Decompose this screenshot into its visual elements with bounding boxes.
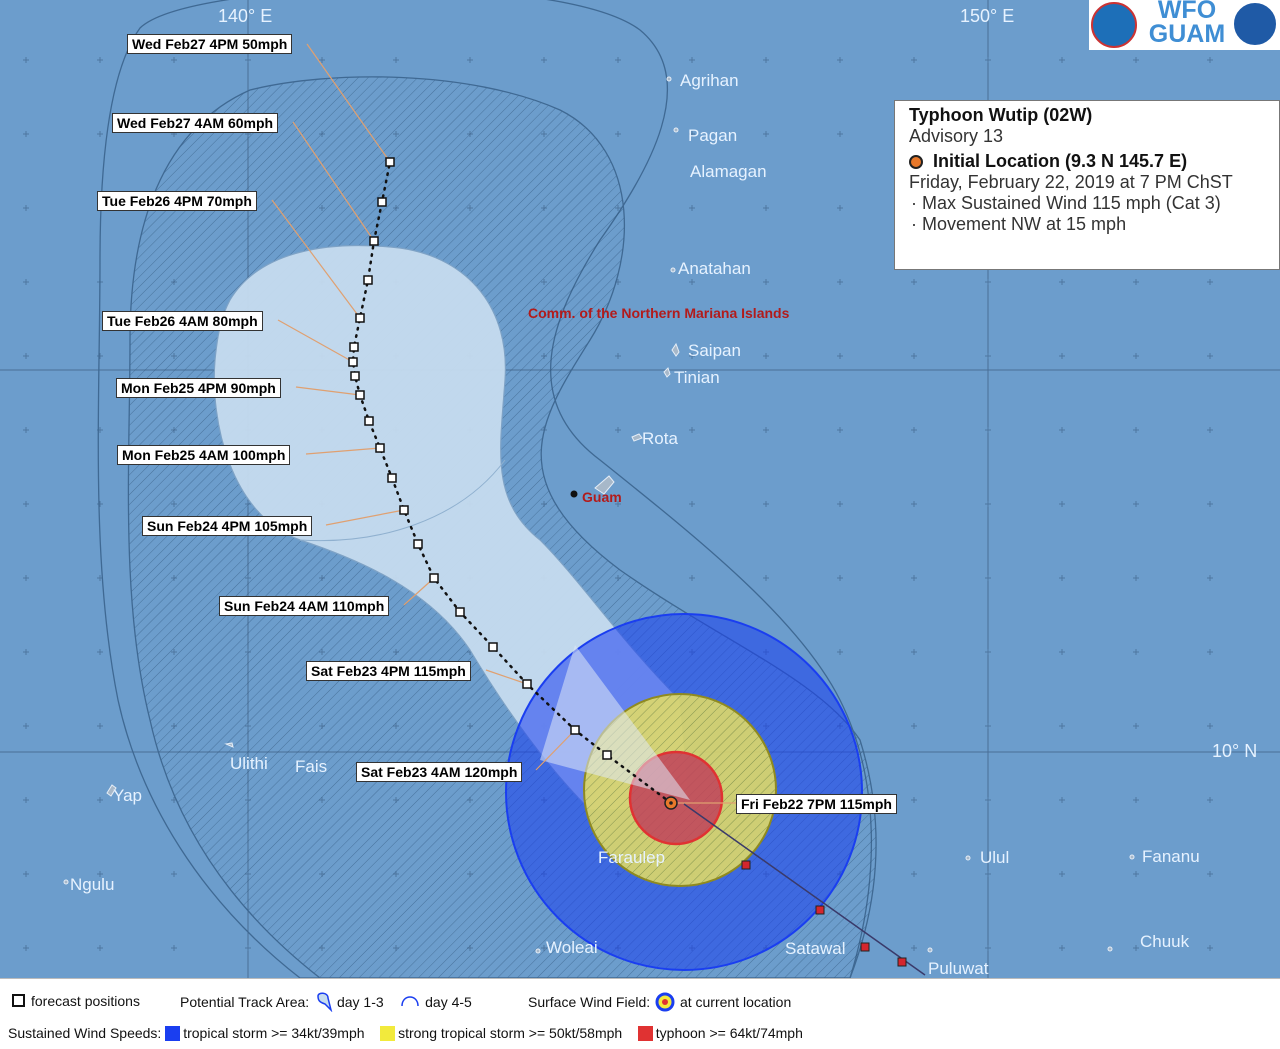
island-tinian: Tinian xyxy=(674,368,720,387)
lon-140-label: 140° E xyxy=(218,6,272,26)
forecast-label-2: Sat Feb23 4PM 115mph xyxy=(306,661,471,681)
typhoon-swatch xyxy=(637,1026,653,1041)
wind-field-icon xyxy=(655,992,675,1012)
forecast-position-18 xyxy=(369,236,379,246)
forecast-position-13 xyxy=(350,371,360,381)
island-satawal: Satawal xyxy=(785,939,845,958)
island-guam: Guam xyxy=(582,489,622,505)
forecast-label-0: Fri Feb22 7PM 115mph xyxy=(736,794,897,814)
forecast-label-1: Sat Feb23 4AM 120mph xyxy=(356,762,523,782)
island-agrihan: Agrihan xyxy=(680,71,739,90)
advisory-number: Advisory 13 xyxy=(909,126,1004,146)
max-wind-row: · Max Sustained Wind 115 mph (Cat 3) xyxy=(911,193,1221,213)
island-alamagan: Alamagan xyxy=(690,162,767,181)
legend-potential-track: Potential Track Area: day 1-3 day 4-5 xyxy=(180,992,472,1013)
legend-forecast-positions: forecast positions xyxy=(12,993,140,1009)
forecast-position-5 xyxy=(455,607,465,617)
wfo-guam-logo: WFO GUAM xyxy=(1089,0,1280,50)
forecast-position-14 xyxy=(348,357,358,367)
island-ngulu: Ngulu xyxy=(70,875,114,894)
movement: Movement NW at 15 mph xyxy=(922,214,1127,234)
forecast-label-7: Tue Feb26 4AM 80mph xyxy=(102,311,263,331)
cone-day45-icon xyxy=(401,996,419,1007)
island-saipan: Saipan xyxy=(688,341,741,360)
ts-swatch xyxy=(165,1026,181,1041)
current-location-marker xyxy=(664,796,678,810)
forecast-position-4 xyxy=(488,642,498,652)
forecast-label-3: Sun Feb24 4AM 110mph xyxy=(219,596,390,616)
cnmi-label: Comm. of the Northern Mariana Islands xyxy=(528,305,790,321)
forecast-position-19 xyxy=(377,197,387,207)
island-rota: Rota xyxy=(642,429,678,448)
island-puluwat: Puluwat xyxy=(928,959,989,978)
forecast-position-11 xyxy=(364,416,374,426)
forecast-position-3 xyxy=(522,679,532,689)
past-position-1 xyxy=(741,860,751,870)
initial-location: Initial Location (9.3 N 145.7 E) xyxy=(933,151,1188,171)
island-chuuk: Chuuk xyxy=(1140,932,1190,951)
noaa-logo-icon xyxy=(1232,1,1278,47)
island-pagan: Pagan xyxy=(688,126,737,145)
forecast-position-15 xyxy=(349,342,359,352)
map-legend: forecast positions Potential Track Area:… xyxy=(0,978,1280,1049)
location-dot-icon xyxy=(909,155,923,170)
forecast-label-8: Tue Feb26 4PM 70mph xyxy=(97,191,257,211)
forecast-position-1 xyxy=(602,750,612,760)
forecast-position-10 xyxy=(375,443,385,453)
forecast-label-5: Mon Feb25 4AM 100mph xyxy=(117,445,291,465)
storm-info-box: Typhoon Wutip (02W) Advisory 13 Initial … xyxy=(894,100,1280,270)
forecast-label-9: Wed Feb27 4AM 60mph xyxy=(112,113,279,133)
forecast-position-2 xyxy=(570,725,580,735)
island-faraulep: Faraulep xyxy=(598,848,665,867)
forecast-position-6 xyxy=(429,573,439,583)
island-fananu: Fananu xyxy=(1142,847,1200,866)
island-woleai: Woleai xyxy=(546,938,598,957)
forecast-label-4: Sun Feb24 4PM 105mph xyxy=(142,516,313,536)
forecast-position-7 xyxy=(413,539,423,549)
lat-10-label: 10° N xyxy=(1212,741,1257,761)
advisory-datetime: Friday, February 22, 2019 at 7 PM ChST xyxy=(909,172,1233,192)
lon-150-label: 150° E xyxy=(960,6,1014,26)
forecast-position-12 xyxy=(355,390,365,400)
logo-text: WFO GUAM xyxy=(1148,0,1226,48)
island-yap: Yap xyxy=(113,786,142,805)
sts-swatch xyxy=(380,1026,396,1041)
initial-location-row: Initial Location (9.3 N 145.7 E) xyxy=(909,151,1265,172)
island-ulithi: Ulithi xyxy=(230,754,268,773)
nws-seal-icon xyxy=(1091,2,1137,48)
island-anatahan: Anatahan xyxy=(678,259,751,278)
cone-day13-icon xyxy=(317,992,333,1013)
forecast-label-10: Wed Feb27 4PM 50mph xyxy=(127,34,293,54)
forecast-position-8 xyxy=(399,505,409,515)
forecast-position-9 xyxy=(387,473,397,483)
past-position-3 xyxy=(860,942,870,952)
forecast-position-17 xyxy=(363,275,373,285)
movement-row: · Movement NW at 15 mph xyxy=(911,214,1127,234)
forecast-position-20 xyxy=(385,157,395,167)
storm-title: Typhoon Wutip (02W) xyxy=(909,105,1093,125)
island-fais: Fais xyxy=(295,757,327,776)
island-ulul: Ulul xyxy=(980,848,1009,867)
square-marker-icon xyxy=(12,994,25,1007)
past-position-2 xyxy=(815,905,825,915)
legend-sustained-winds: Sustained Wind Speeds: tropical storm >=… xyxy=(8,1025,803,1041)
forecast-position-16 xyxy=(355,313,365,323)
surface-wind-field xyxy=(505,613,863,971)
forecast-label-6: Mon Feb25 4PM 90mph xyxy=(116,378,281,398)
max-wind: Max Sustained Wind 115 mph (Cat 3) xyxy=(922,193,1221,213)
legend-surface-wind: Surface Wind Field: at current location xyxy=(528,992,792,1012)
past-position-4 xyxy=(897,957,907,967)
